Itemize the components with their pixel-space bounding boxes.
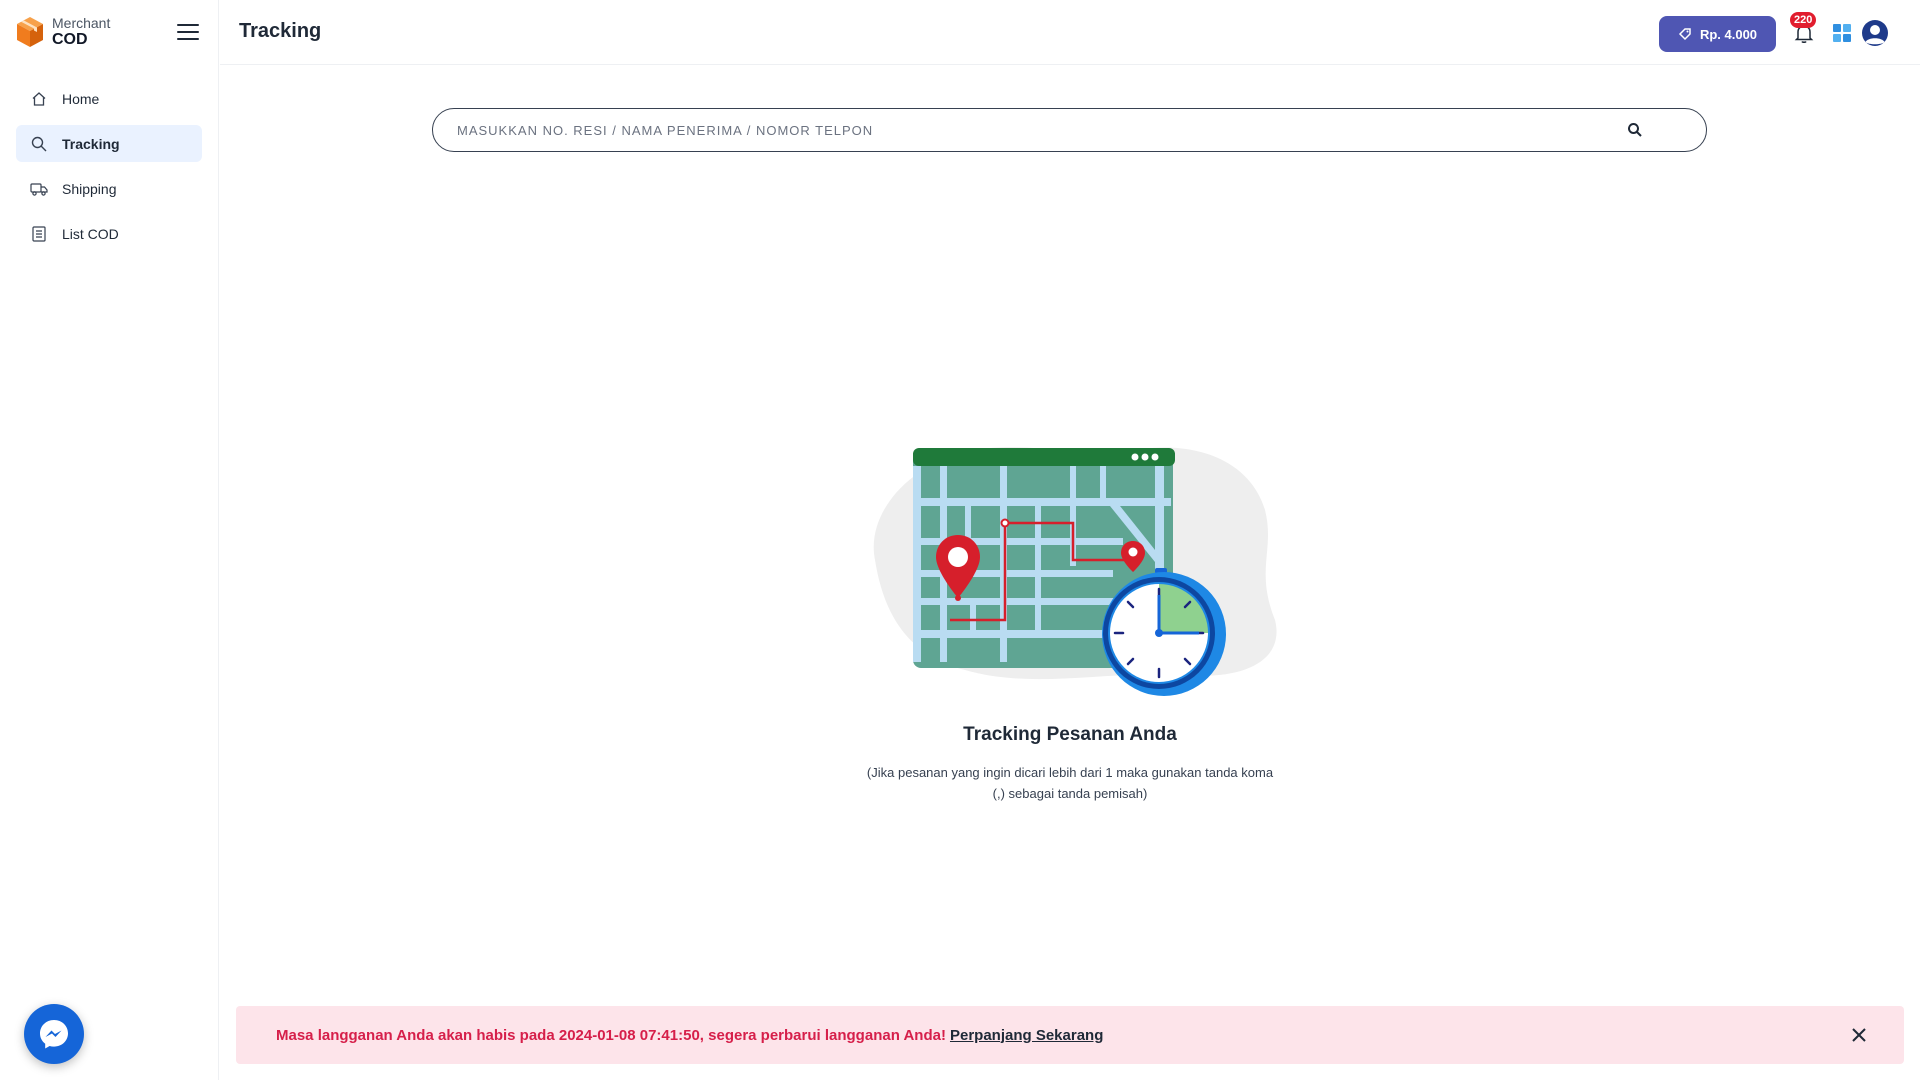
tracking-search-bar — [432, 108, 1707, 152]
tracking-search-input[interactable] — [457, 109, 1637, 151]
brand[interactable]: Merchant COD — [16, 16, 110, 48]
sidebar-nav: Home Tracking Shipping List COD — [16, 80, 202, 260]
sidebar-item-list-cod[interactable]: List COD — [16, 215, 202, 252]
sidebar: Merchant COD Home Tracking Shipping List… — [0, 0, 219, 1080]
sidebar-item-label: Home — [62, 90, 100, 107]
sidebar-item-tracking[interactable]: Tracking — [16, 125, 202, 162]
balance-amount: Rp. 4.000 — [1699, 26, 1758, 42]
sidebar-item-shipping[interactable]: Shipping — [16, 170, 202, 207]
brand-name-line2: COD — [52, 31, 88, 48]
sidebar-item-label: Tracking — [62, 135, 120, 152]
truck-icon — [30, 180, 48, 198]
sidebar-item-label: List COD — [62, 225, 119, 242]
empty-state-title: Tracking Pesanan Anda — [963, 724, 1177, 745]
document-list-icon — [30, 225, 48, 243]
messenger-icon — [40, 1020, 68, 1049]
subscription-alert: Masa langganan Anda akan habis pada 2024… — [236, 1006, 1904, 1064]
sidebar-item-home[interactable]: Home — [16, 80, 202, 117]
wallet-tag-icon — [1678, 28, 1691, 41]
map-tracking-stopwatch-illustration — [873, 447, 1277, 696]
search-icon[interactable] — [1627, 122, 1643, 138]
brand-name-line1: Merchant — [52, 15, 111, 31]
balance-button[interactable]: Rp. 4.000 — [1659, 16, 1776, 52]
home-icon — [30, 90, 48, 108]
search-icon — [30, 135, 48, 153]
close-icon[interactable] — [1850, 1026, 1868, 1044]
cube-logo-icon — [17, 17, 43, 47]
page-title: Tracking — [239, 20, 322, 42]
alert-message: Masa langganan Anda akan habis pada 2024… — [276, 1026, 946, 1044]
menu-toggle-icon[interactable] — [177, 24, 199, 42]
user-avatar-icon[interactable] — [1861, 19, 1889, 47]
notification-badge: 220 — [1790, 12, 1817, 28]
top-header: Tracking Rp. 4.000 220 — [220, 0, 1920, 65]
messenger-chat-button[interactable] — [24, 1004, 84, 1064]
apps-grid-icon[interactable] — [1833, 24, 1851, 42]
sidebar-item-label: Shipping — [62, 180, 117, 197]
empty-state-description: (Jika pesanan yang ingin dicari lebih da… — [866, 765, 1274, 801]
renew-now-link[interactable]: Perpanjang Sekarang — [950, 1027, 1103, 1044]
